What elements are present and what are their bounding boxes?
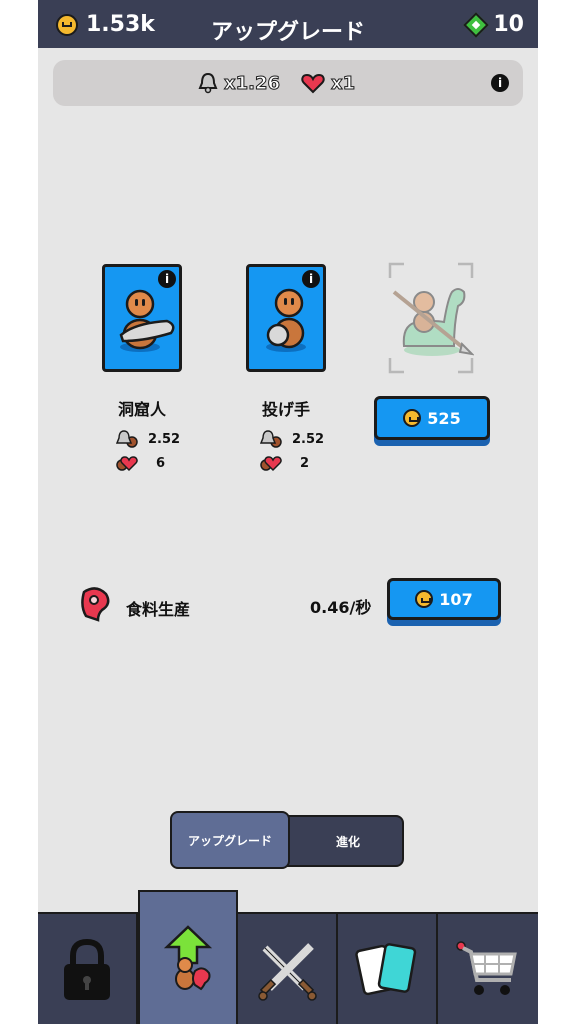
bell-icon xyxy=(260,430,282,448)
unit-card-caveman[interactable]: i xyxy=(102,264,182,372)
info-icon[interactable]: i xyxy=(302,270,320,288)
unit-stat-heart: 2 xyxy=(260,454,309,472)
nav-tab-locked[interactable] xyxy=(38,914,138,1024)
unit-name-thrower: 投げ手 xyxy=(261,400,310,419)
crown-coin-icon xyxy=(415,590,434,608)
meat-icon xyxy=(81,587,110,622)
upgrade-arrow-icon xyxy=(163,925,213,991)
locked-unit-preview xyxy=(388,262,474,374)
unlock-unit-button[interactable]: 525 xyxy=(374,396,490,440)
heart-icon xyxy=(301,73,325,94)
info-icon[interactable]: i xyxy=(158,270,176,288)
unit-card-thrower[interactable]: i xyxy=(246,264,326,372)
unit-heart-value: 6 xyxy=(156,455,166,471)
bell-icon xyxy=(116,430,138,448)
gem-icon xyxy=(463,11,490,38)
bottom-nav xyxy=(38,890,538,1024)
page-title: アップグレード xyxy=(210,20,365,45)
heart-icon xyxy=(260,456,282,472)
toggle-evolve[interactable]: 進化 xyxy=(292,817,404,865)
nav-tab-shop[interactable] xyxy=(438,914,538,1024)
heart-icon xyxy=(116,456,138,472)
food-production-rate: 0.46/秒 xyxy=(310,598,372,617)
heart-multiplier: x1 xyxy=(301,72,356,94)
nav-tab-battle[interactable] xyxy=(238,914,338,1024)
info-icon[interactable]: i xyxy=(491,74,509,92)
unit-name-caveman: 洞窟人 xyxy=(117,400,166,419)
unit-stat-heart: 6 xyxy=(116,454,165,472)
nav-tab-upgrade[interactable] xyxy=(138,890,238,1024)
bell-multiplier-value: x1.26 xyxy=(223,72,281,94)
unit-stat-bell: 2.52 xyxy=(260,430,324,448)
toggle-upgrade[interactable]: アップグレード xyxy=(170,811,290,869)
bell-icon xyxy=(198,72,218,94)
lock-icon xyxy=(64,938,110,1000)
food-upgrade-cost: 107 xyxy=(439,589,473,609)
crown-coin-icon xyxy=(403,409,422,427)
cards-icon xyxy=(355,943,417,996)
heart-multiplier-value: x1 xyxy=(330,72,356,94)
unit-bell-value: 2.52 xyxy=(292,431,325,447)
unit-bell-value: 2.52 xyxy=(148,431,181,447)
cart-icon xyxy=(456,941,517,995)
food-upgrade-button[interactable]: 107 xyxy=(387,578,501,620)
top-bar: 1.53k アップグレード 10 xyxy=(38,0,538,48)
gem-counter: 10 xyxy=(463,11,524,38)
multiplier-bar: x1.26 x1 i xyxy=(53,60,523,106)
unit-stat-bell: 2.52 xyxy=(116,430,180,448)
nav-tab-cards[interactable] xyxy=(338,914,438,1024)
mode-toggle: アップグレード 進化 xyxy=(170,811,404,869)
crossed-swords-icon xyxy=(258,943,317,1001)
gem-amount: 10 xyxy=(493,12,524,37)
game-screen: 1.53k アップグレード 10 x1.26 x1 i i 洞窟人 2.52 6… xyxy=(38,0,538,1024)
bell-multiplier: x1.26 xyxy=(198,72,281,94)
unlock-cost: 525 xyxy=(427,408,461,428)
food-production-label: 食料生産 xyxy=(126,600,191,619)
unit-heart-value: 2 xyxy=(300,455,310,471)
